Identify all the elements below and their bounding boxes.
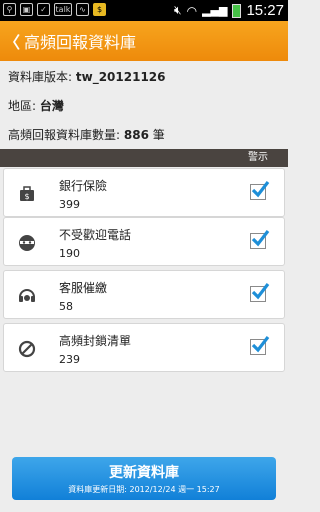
version-label: 資料庫版本: <box>8 70 73 84</box>
system-icons: 🔇︎ ◠ ▂▄▆ 15:27 <box>174 2 284 19</box>
clock: 15:27 <box>246 2 284 19</box>
category-card-customer-service[interactable]: 客服催繳 58 <box>3 270 285 319</box>
wifi-icon: ◠ <box>186 3 198 18</box>
mute-icon: 🔇︎ <box>174 3 182 17</box>
page-title: 高頻回報資料庫 <box>24 35 137 52</box>
database-version: 資料庫版本: tw_20121126 <box>8 68 166 85</box>
category-count: 239 <box>59 353 80 366</box>
count-value: 886 <box>123 128 149 142</box>
database-count: 高頻回報資料庫數量: 886 筆 <box>8 126 165 143</box>
coin-icon: $ <box>93 3 106 16</box>
warning-column-header: 警示 <box>0 149 288 167</box>
checkbox[interactable] <box>250 181 270 200</box>
category-card-block-list[interactable]: 高頻封鎖清單 239 <box>3 323 285 372</box>
back-arrow-icon[interactable]: 〈 <box>4 29 20 53</box>
talk-icon: talk <box>54 3 72 16</box>
count-label: 高頻回報資料庫數量: <box>8 128 121 142</box>
category-label: 不受歡迎電話 <box>59 228 132 242</box>
last-updated-text: 資料庫更新日期: 2012/12/24 週一 15:27 <box>68 485 220 494</box>
signal-icon: ▂▄▆ <box>202 4 228 17</box>
category-count: 58 <box>59 300 73 313</box>
checkbox[interactable] <box>250 336 270 355</box>
block-list-icon <box>18 340 36 358</box>
category-label: 銀行保險 <box>59 179 108 193</box>
category-count: 190 <box>59 247 80 260</box>
checkbox[interactable] <box>250 230 270 249</box>
region: 地區: 台灣 <box>8 97 64 114</box>
category-label: 高頻封鎖清單 <box>59 334 132 348</box>
usb-icon: ⚲ <box>3 3 16 16</box>
checkbox[interactable] <box>250 283 270 302</box>
update-button-label: 更新資料庫 <box>109 465 179 481</box>
bank-insurance-icon: $ <box>18 185 36 203</box>
status-bar: ⚲ ▣ ✓ talk ∿ $ 🔇︎ ◠ ▂▄▆ 15:27 <box>0 0 288 21</box>
notification-icons: ⚲ ▣ ✓ talk ∿ $ <box>3 3 106 16</box>
category-card-bank-insurance[interactable]: $ 銀行保險 399 <box>3 168 285 217</box>
app-header: 〈 高頻回報資料庫 <box>0 21 288 61</box>
category-count: 399 <box>59 198 80 211</box>
category-card-unwanted-calls[interactable]: 不受歡迎電話 190 <box>3 217 285 266</box>
pulse-icon: ∿ <box>76 3 89 16</box>
unwanted-call-icon <box>18 234 36 252</box>
customer-service-icon <box>18 287 36 305</box>
version-value: tw_20121126 <box>75 70 166 84</box>
region-label: 地區: <box>8 99 37 113</box>
battery-icon <box>232 3 242 18</box>
region-value: 台灣 <box>39 99 64 113</box>
image-icon: ▣ <box>20 3 33 16</box>
svg-text:$: $ <box>24 192 29 201</box>
count-unit: 筆 <box>152 128 165 142</box>
ok-icon: ✓ <box>37 3 50 16</box>
update-database-button[interactable]: 更新資料庫 資料庫更新日期: 2012/12/24 週一 15:27 <box>12 457 276 500</box>
category-label: 客服催繳 <box>59 281 108 295</box>
